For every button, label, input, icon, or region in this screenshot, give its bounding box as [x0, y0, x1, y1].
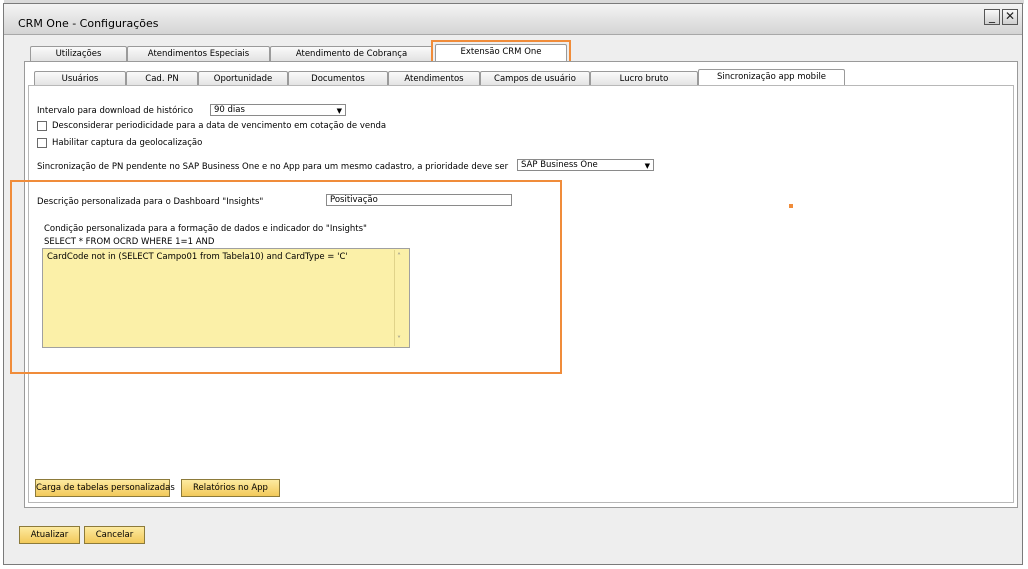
tab-label: Usuários [61, 74, 99, 84]
descricao-label: Descrição personalizada para o Dashboard… [37, 197, 264, 207]
marker-dot [789, 204, 793, 208]
relatorios-app-button[interactable]: Relatórios no App [181, 479, 280, 497]
sql-condition-textarea[interactable]: CardCode not in (SELECT Campo01 from Tab… [42, 248, 410, 348]
geolocalizacao-label: Habilitar captura da geolocalização [52, 138, 203, 148]
subtab-documentos[interactable]: Documentos [288, 71, 388, 86]
sql-condition-text: CardCode not in (SELECT Campo01 from Tab… [47, 252, 348, 262]
tab-label: Atendimentos Especiais [147, 49, 250, 59]
descricao-value: Positivação [330, 195, 378, 205]
scroll-down-icon[interactable]: ˅ [397, 335, 401, 344]
subtab-cad-pn[interactable]: Cad. PN [126, 71, 198, 86]
sql-prefix: SELECT * FROM OCRD WHERE 1=1 AND [44, 237, 215, 247]
desconsiderar-label: Desconsiderar periodicidade para a data … [52, 121, 387, 131]
historico-label: Intervalo para download de histórico [37, 106, 194, 116]
textarea-scrollbar[interactable]: ˄ ˅ [394, 250, 408, 346]
sincronizacao-select[interactable]: SAP Business One ▼ [517, 159, 654, 171]
descricao-input[interactable]: Positivação [326, 194, 512, 206]
chevron-down-icon: ▼ [336, 107, 342, 115]
desconsiderar-checkbox[interactable] [37, 121, 47, 131]
sincronizacao-value: SAP Business One [521, 160, 598, 170]
tab-label: Oportunidade [213, 74, 273, 84]
sincronizacao-label: Sincronização de PN pendente no SAP Busi… [37, 162, 509, 172]
minimize-icon[interactable]: _ [984, 9, 1000, 25]
condicao-label: Condição personalizada para a formação d… [44, 224, 367, 234]
title-bar: CRM One - Configurações [4, 4, 1022, 35]
tab-label: Utilizações [55, 49, 102, 59]
tab-atendimento-cobranca[interactable]: Atendimento de Cobrança [270, 46, 433, 61]
historico-value: 90 dias [214, 105, 245, 115]
tab-label: Atendimento de Cobrança [295, 49, 408, 59]
tab-label: Cad. PN [145, 74, 179, 84]
tab-label: Lucro bruto [619, 74, 669, 84]
subtab-sincronizacao-app-mobile[interactable]: Sincronização app mobile [698, 69, 845, 86]
subtab-campos-usuario[interactable]: Campos de usuário [480, 71, 590, 86]
historico-select[interactable]: 90 dias ▼ [210, 104, 346, 116]
scroll-up-icon[interactable]: ˄ [397, 252, 401, 261]
subtab-atendimentos[interactable]: Atendimentos [388, 71, 480, 86]
geolocalizacao-checkbox[interactable] [37, 138, 47, 148]
window-title: CRM One - Configurações [18, 17, 159, 30]
tab-label: Campos de usuário [494, 74, 576, 84]
chevron-down-icon: ▼ [644, 162, 650, 170]
close-icon[interactable]: ✕ [1002, 9, 1018, 25]
subtab-usuarios[interactable]: Usuários [34, 71, 126, 86]
atualizar-button[interactable]: Atualizar [19, 526, 80, 544]
tab-utilizacoes[interactable]: Utilizações [30, 46, 127, 61]
cancelar-button[interactable]: Cancelar [84, 526, 145, 544]
carga-tabelas-button[interactable]: Carga de tabelas personalizadas [35, 479, 175, 497]
tab-atendimentos-especiais[interactable]: Atendimentos Especiais [127, 46, 270, 61]
tab-label: Sincronização app mobile [716, 72, 827, 82]
subtab-lucro-bruto[interactable]: Lucro bruto [590, 71, 698, 86]
tab-label: Atendimentos [404, 74, 464, 84]
subtab-oportunidade[interactable]: Oportunidade [198, 71, 288, 86]
tab-label: Documentos [311, 74, 365, 84]
